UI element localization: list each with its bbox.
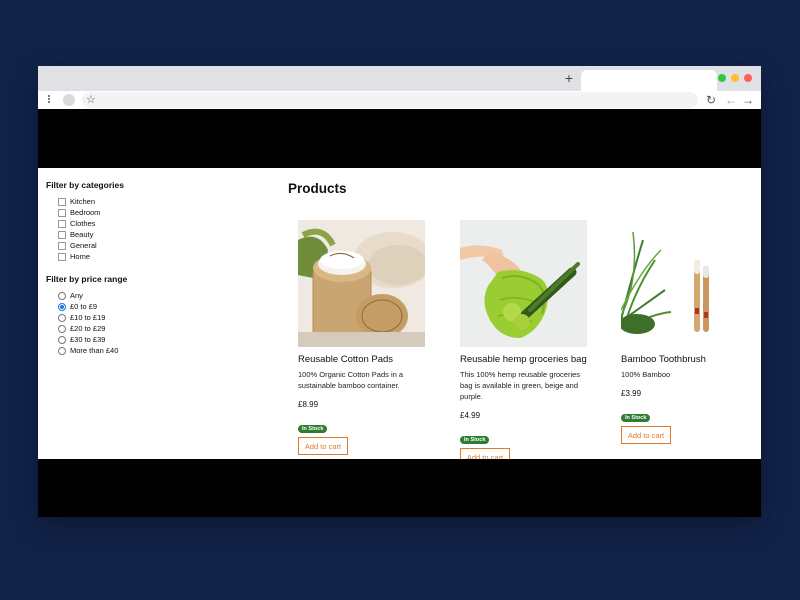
category-item[interactable]: General bbox=[58, 240, 226, 251]
back-arrow-icon[interactable]: ← bbox=[725, 92, 737, 108]
category-label: General bbox=[70, 241, 97, 250]
product-name[interactable]: Reusable Cotton Pads bbox=[298, 354, 428, 365]
add-to-cart-button[interactable]: Add to cart bbox=[298, 437, 348, 455]
close-dot[interactable] bbox=[744, 74, 752, 82]
radio-button-selected[interactable] bbox=[58, 302, 66, 311]
product-image-hemp-bag[interactable] bbox=[460, 220, 587, 347]
product-description: 100% Bamboo bbox=[621, 370, 671, 379]
radio-button[interactable] bbox=[58, 335, 66, 344]
category-list: Kitchen Bedroom Clothes Beauty General H… bbox=[46, 196, 226, 262]
radio-button[interactable] bbox=[58, 291, 66, 300]
address-bar[interactable] bbox=[82, 92, 698, 108]
product-card: Reusable hemp groceries bag This 100% he… bbox=[460, 220, 590, 466]
browser-window: + ☆ ↻ ← → Filter by categories Kitchen B… bbox=[38, 66, 761, 517]
product-name[interactable]: Reusable hemp groceries bag bbox=[460, 354, 590, 365]
product-price: £3.99 bbox=[621, 389, 642, 398]
product-image-cotton-pads[interactable] bbox=[298, 220, 425, 347]
checkbox[interactable] bbox=[58, 219, 66, 228]
category-label: Clothes bbox=[70, 219, 96, 228]
category-item[interactable]: Bedroom bbox=[58, 207, 226, 218]
stock-badge: In Stock bbox=[621, 414, 651, 422]
radio-button[interactable] bbox=[58, 313, 66, 322]
price-label: £10 to £19 bbox=[70, 313, 106, 322]
browser-toolbar: ☆ ↻ ← → bbox=[38, 91, 761, 109]
product-card: Bamboo Toothbrush 100% Bamboo £3.99 In S… bbox=[621, 220, 751, 444]
filter-sidebar: Filter by categories Kitchen Bedroom Clo… bbox=[46, 180, 226, 356]
category-label: Bedroom bbox=[70, 208, 101, 217]
window-controls bbox=[718, 74, 752, 82]
category-label: Kitchen bbox=[70, 197, 96, 206]
checkbox[interactable] bbox=[58, 208, 66, 217]
category-item[interactable]: Clothes bbox=[58, 218, 226, 229]
add-to-cart-button[interactable]: Add to cart bbox=[621, 426, 671, 444]
price-label: Any bbox=[70, 291, 83, 300]
web-page: Filter by categories Kitchen Bedroom Clo… bbox=[38, 109, 761, 517]
category-label: Home bbox=[70, 252, 91, 261]
price-label: More than £40 bbox=[70, 346, 119, 355]
page-title: Products bbox=[288, 181, 347, 196]
product-description: 100% Organic Cotton Pads in a sustainabl… bbox=[298, 370, 404, 390]
price-filter-title: Filter by price range bbox=[46, 274, 128, 284]
price-label: £30 to £39 bbox=[70, 335, 106, 344]
tab-bar: + bbox=[38, 66, 761, 91]
price-option[interactable]: More than £40 bbox=[58, 345, 226, 356]
stock-badge: In Stock bbox=[298, 425, 328, 433]
checkbox[interactable] bbox=[58, 252, 66, 261]
product-description: This 100% hemp reusable groceries bag is… bbox=[460, 370, 581, 401]
price-label: £20 to £29 bbox=[70, 324, 106, 333]
price-option[interactable]: Any bbox=[58, 290, 226, 301]
forward-arrow-icon[interactable]: → bbox=[742, 92, 754, 108]
maximize-dot[interactable] bbox=[718, 74, 726, 82]
category-label: Beauty bbox=[70, 230, 94, 239]
active-tab[interactable] bbox=[581, 70, 717, 91]
product-price: £8.99 bbox=[298, 400, 319, 409]
checkbox[interactable] bbox=[58, 197, 66, 206]
reload-icon[interactable]: ↻ bbox=[706, 92, 716, 108]
price-label: £0 to £9 bbox=[70, 302, 98, 311]
product-name[interactable]: Bamboo Toothbrush bbox=[621, 354, 751, 365]
category-item[interactable]: Kitchen bbox=[58, 196, 226, 207]
price-option[interactable]: £10 to £19 bbox=[58, 312, 226, 323]
price-option[interactable]: £30 to £39 bbox=[58, 334, 226, 345]
price-range-list: Any £0 to £9 £10 to £19 £20 to £29 £30 t… bbox=[46, 290, 226, 356]
page-header bbox=[38, 109, 761, 168]
checkbox[interactable] bbox=[58, 230, 66, 239]
price-option[interactable]: £0 to £9 bbox=[58, 301, 226, 312]
page-footer bbox=[38, 459, 761, 517]
price-option[interactable]: £20 to £29 bbox=[58, 323, 226, 334]
category-filter-title: Filter by categories bbox=[46, 180, 124, 190]
checkbox[interactable] bbox=[58, 241, 66, 250]
category-item[interactable]: Home bbox=[58, 251, 226, 262]
radio-button[interactable] bbox=[58, 346, 66, 355]
star-icon[interactable]: ☆ bbox=[86, 92, 96, 108]
product-image-bamboo-toothbrush[interactable] bbox=[621, 220, 748, 347]
category-item[interactable]: Beauty bbox=[58, 229, 226, 240]
minimize-dot[interactable] bbox=[731, 74, 739, 82]
product-price: £4.99 bbox=[460, 411, 481, 420]
stock-badge: In Stock bbox=[460, 436, 490, 444]
product-card: Reusable Cotton Pads 100% Organic Cotton… bbox=[298, 220, 428, 455]
kebab-menu-icon[interactable] bbox=[46, 94, 52, 106]
profile-icon[interactable] bbox=[63, 94, 75, 106]
radio-button[interactable] bbox=[58, 324, 66, 333]
new-tab-button[interactable]: + bbox=[562, 71, 576, 85]
